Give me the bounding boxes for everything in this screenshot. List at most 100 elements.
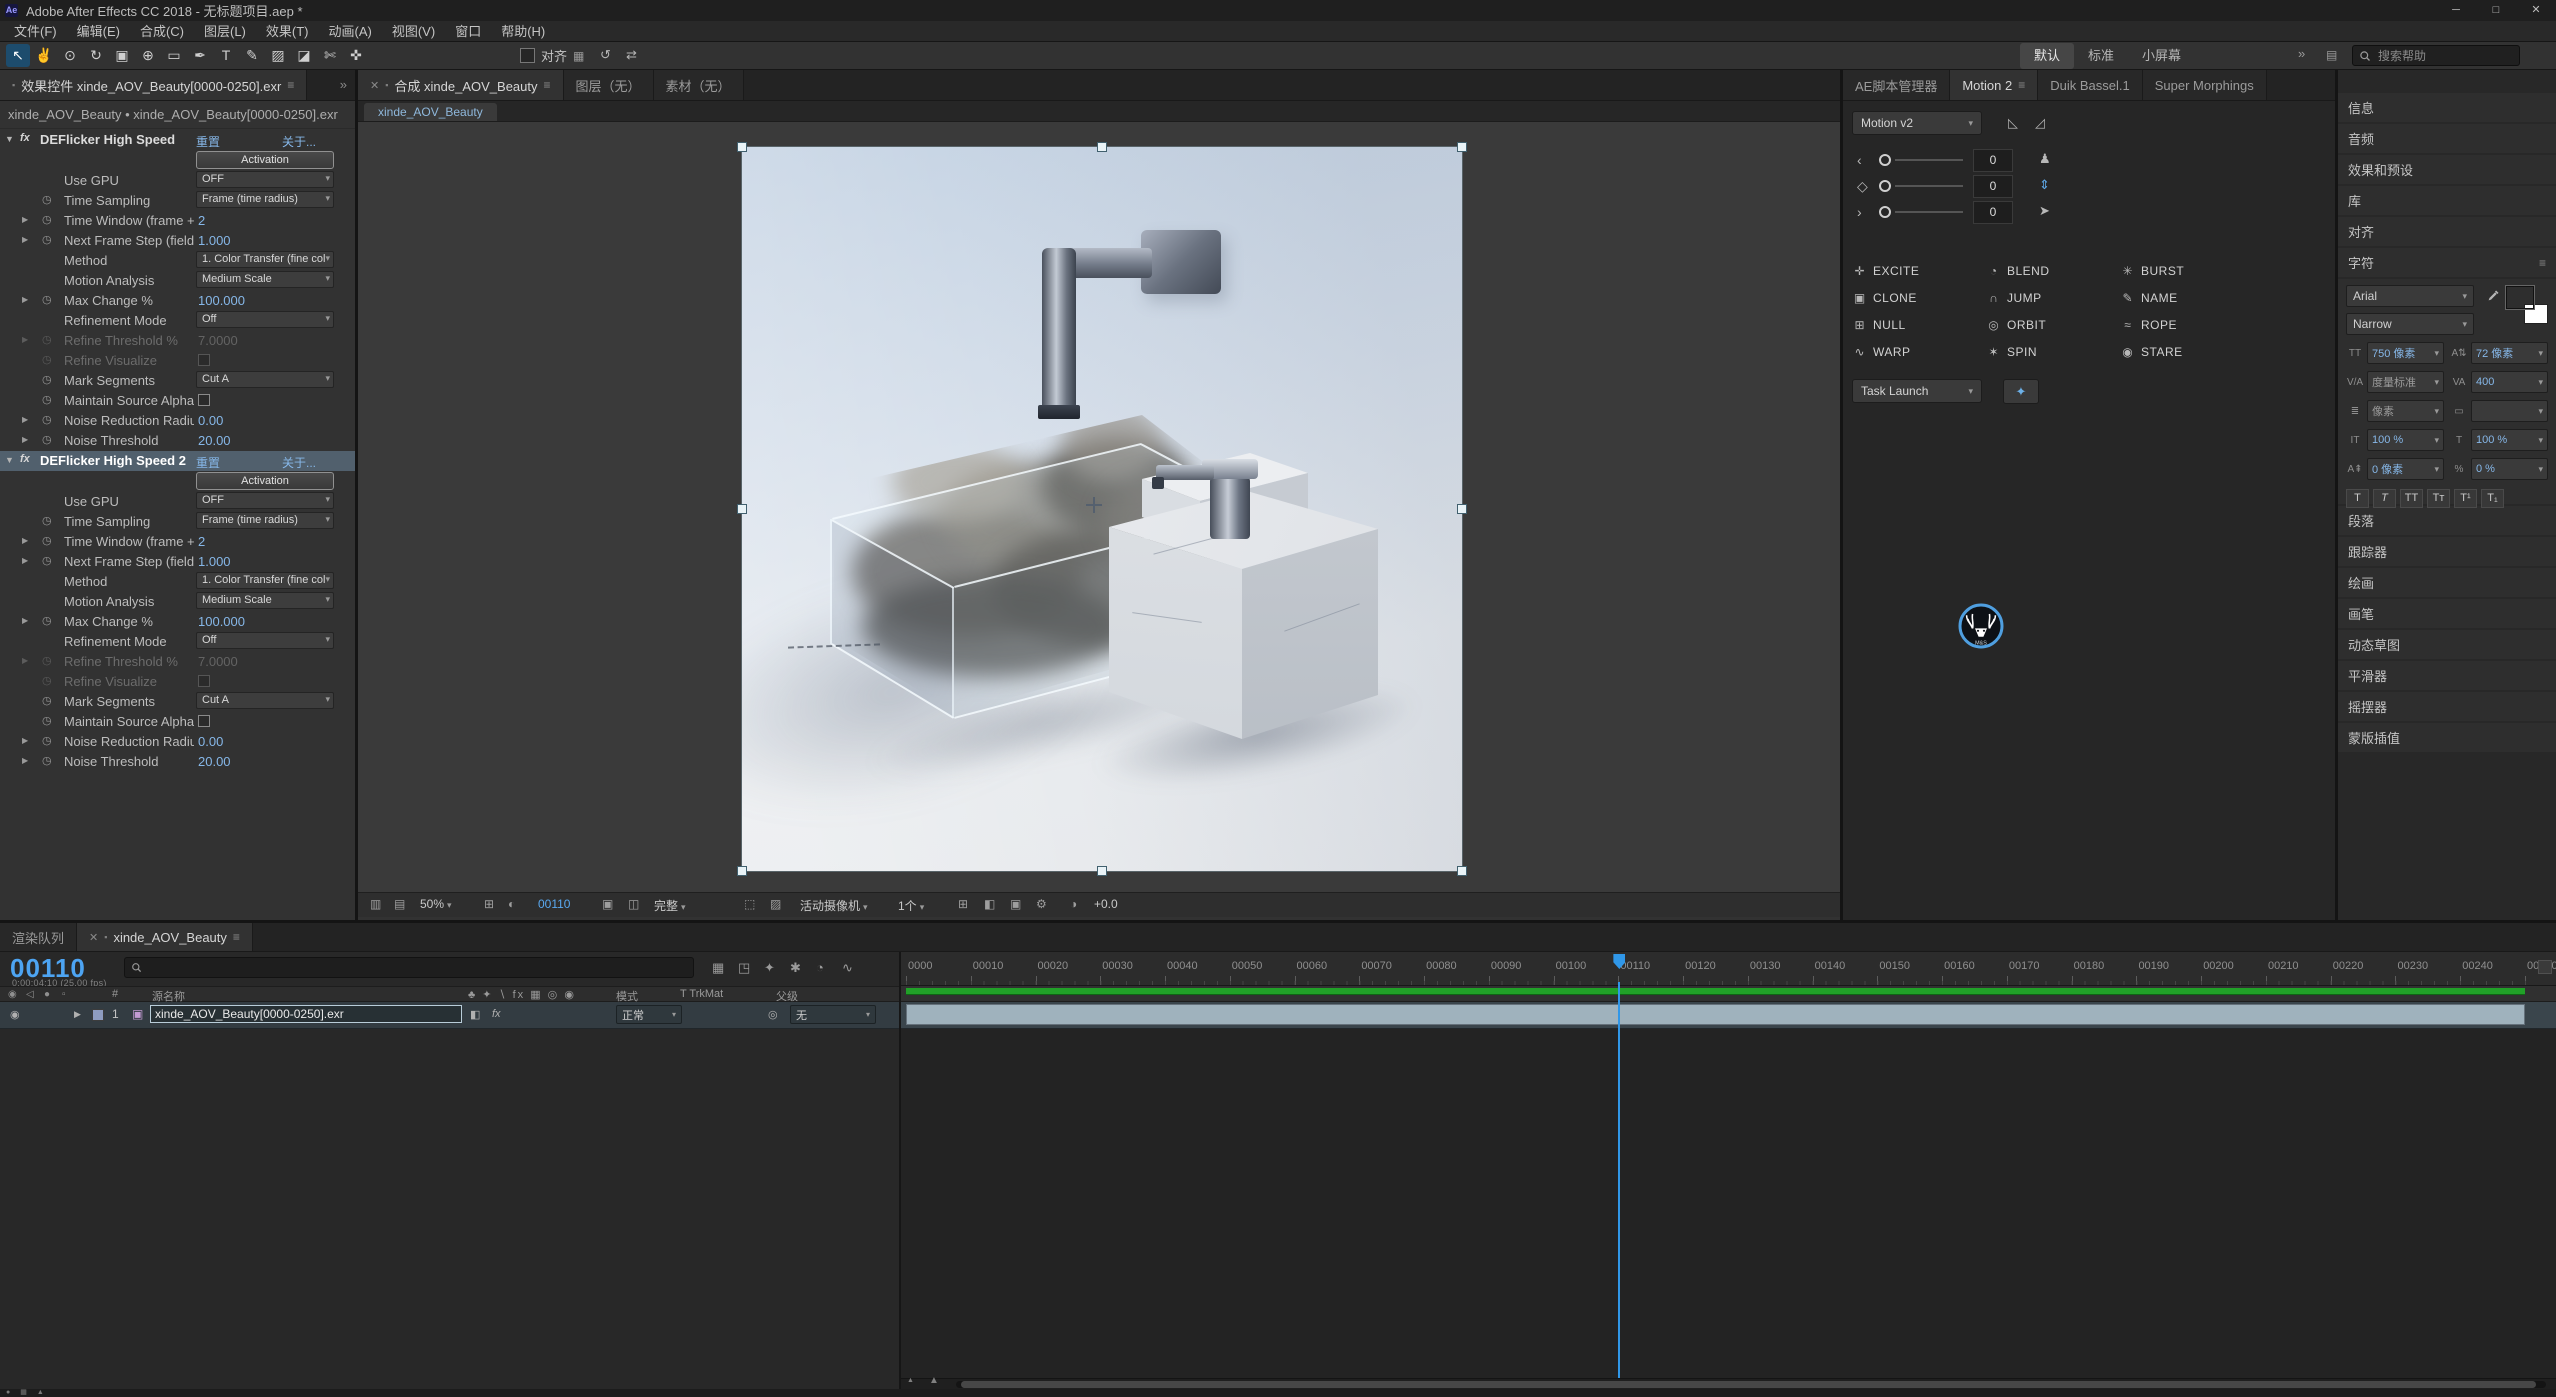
slider-track[interactable] bbox=[1895, 185, 1963, 187]
stopwatch-icon[interactable]: ◷ bbox=[42, 554, 52, 567]
property-value[interactable]: 100.000 bbox=[198, 293, 245, 308]
twirl-right-icon[interactable]: ▶ bbox=[22, 295, 28, 304]
fx-switch-icon[interactable]: fx bbox=[492, 1008, 501, 1020]
stopwatch-icon[interactable]: ◷ bbox=[42, 694, 52, 707]
motion-tool-blend[interactable]: ◔ BLEND bbox=[1987, 264, 2111, 278]
leading-dropdown[interactable]: 72 像素 ▾ bbox=[2471, 342, 2548, 364]
twirl-right-icon[interactable]: ▶ bbox=[22, 656, 28, 665]
selection-tool-icon[interactable]: ↖ bbox=[6, 44, 30, 67]
panel-tab-库[interactable]: 库 bbox=[2338, 186, 2556, 215]
property-checkbox[interactable] bbox=[198, 394, 210, 406]
clone-stamp-tool-icon[interactable]: ▨ bbox=[266, 44, 290, 67]
composition-viewport-image[interactable] bbox=[737, 142, 1467, 876]
frame-blending-icon[interactable]: ✱ bbox=[790, 960, 801, 976]
roto-brush-tool-icon[interactable]: ✄ bbox=[318, 44, 342, 67]
ease-in-icon[interactable]: ‹ bbox=[1857, 152, 1862, 168]
twirl-right-icon[interactable]: ▶ bbox=[22, 235, 28, 244]
parent-dropdown[interactable]: 无 ▾ bbox=[790, 1005, 876, 1024]
selection-handle[interactable] bbox=[737, 866, 747, 876]
motion-tool-null[interactable]: ⊞ NULL bbox=[1853, 318, 1977, 332]
local-axis-mode-icon[interactable]: ↺ bbox=[600, 47, 611, 63]
transparency-grid-icon[interactable]: ▨ bbox=[770, 897, 781, 911]
primary-viewer-icon[interactable]: ▤ bbox=[394, 897, 405, 911]
layer-row[interactable]: ◉ ▶ 1 ▣ xinde_AOV_Beauty[0000-0250].exr … bbox=[0, 1002, 899, 1029]
twirl-right-icon[interactable]: ▶ bbox=[22, 415, 28, 424]
reset-link[interactable]: 重置 bbox=[196, 133, 220, 150]
blend-mode-dropdown[interactable]: 正常 ▾ bbox=[616, 1005, 682, 1024]
twirl-down-icon[interactable]: ▼ bbox=[5, 455, 14, 465]
faux-style-button-6[interactable]: T₁ bbox=[2481, 489, 2504, 508]
tsume-dropdown[interactable]: 0 % ▾ bbox=[2471, 458, 2548, 480]
mask-visibility-icon[interactable]: ◐ bbox=[508, 897, 515, 911]
font-size-dropdown[interactable]: 750 像素 ▾ bbox=[2367, 342, 2444, 364]
about-link[interactable]: 关于... bbox=[282, 133, 316, 150]
safe-zones-icon[interactable]: ⊞ bbox=[484, 897, 494, 911]
motion-tool-stare[interactable]: ◉ STARE bbox=[2121, 345, 2245, 359]
stopwatch-icon[interactable]: ◷ bbox=[42, 373, 52, 386]
rotation-tool-icon[interactable]: ↻ bbox=[84, 44, 108, 67]
always-preview-icon[interactable]: ▥ bbox=[370, 897, 381, 911]
twirl-right-icon[interactable]: ▶ bbox=[74, 1009, 81, 1020]
timeline-tab[interactable]: 渲染队列 bbox=[0, 923, 78, 951]
workspace-tab[interactable]: 小屏幕 bbox=[2128, 43, 2195, 69]
snapshot-icon[interactable]: ▣ bbox=[602, 897, 613, 911]
composition-viewer[interactable] bbox=[358, 122, 1840, 894]
font-family-dropdown[interactable]: Arial ▾ bbox=[2346, 285, 2474, 307]
selection-handle[interactable] bbox=[1457, 504, 1467, 514]
twirl-right-icon[interactable]: ▶ bbox=[22, 215, 28, 224]
motion-tool-excite[interactable]: ✛ EXCITE bbox=[1853, 264, 1977, 278]
fast-previews-icon[interactable]: ◧ bbox=[984, 897, 995, 911]
type-tool-icon[interactable]: T bbox=[214, 44, 238, 67]
twirl-right-icon[interactable]: ▶ bbox=[22, 435, 28, 444]
stopwatch-icon[interactable]: ◷ bbox=[42, 734, 52, 747]
property-dropdown[interactable]: Off ▾ bbox=[196, 311, 334, 328]
status-bar-icon[interactable]: ▦ bbox=[20, 1389, 27, 1397]
region-of-interest-icon[interactable]: ⬚ bbox=[744, 897, 755, 911]
viewer-timecode[interactable]: 00110 bbox=[538, 897, 570, 911]
zoom-out-mountain-icon[interactable]: ▲ bbox=[907, 1377, 914, 1384]
snap-checkbox[interactable] bbox=[520, 48, 535, 63]
stopwatch-icon[interactable]: ◷ bbox=[42, 754, 52, 767]
help-search-input[interactable] bbox=[2376, 47, 2500, 64]
snap-control[interactable]: 对齐 ▦ bbox=[520, 46, 584, 65]
time-ruler[interactable]: 0000 00010 00020 00030 00040 00050 00060 00070 0… bbox=[901, 952, 2556, 986]
trkmat-column-header[interactable]: T TrkMat bbox=[680, 988, 723, 1000]
comp-marker-bin-icon[interactable] bbox=[2538, 960, 2552, 974]
property-value[interactable]: 0.00 bbox=[198, 413, 223, 428]
panel-tab-画笔[interactable]: 画笔 bbox=[2338, 599, 2556, 628]
workspace-menu-icon[interactable]: ▤ bbox=[2326, 48, 2337, 62]
slider-value-input[interactable]: 0 bbox=[1973, 201, 2013, 224]
stroke-unit-dropdown[interactable]: 像素 ▾ bbox=[2367, 400, 2444, 422]
property-value[interactable]: 1.000 bbox=[198, 233, 231, 248]
property-value[interactable]: 100.000 bbox=[198, 614, 245, 629]
panel-tab-段落[interactable]: 段落 bbox=[2338, 506, 2556, 535]
stopwatch-icon[interactable]: ◷ bbox=[42, 654, 52, 667]
stopwatch-icon[interactable]: ◷ bbox=[42, 353, 52, 366]
minimize-button[interactable]: ─ bbox=[2436, 0, 2476, 21]
panel-tab-平滑器[interactable]: 平滑器 bbox=[2338, 661, 2556, 690]
view-axis-mode-icon[interactable]: ⇄ bbox=[626, 47, 637, 63]
motion-tool-burst[interactable]: ✳ BURST bbox=[2121, 264, 2245, 278]
workspace-tab[interactable]: 默认 bbox=[2020, 43, 2075, 69]
status-bar-icon[interactable]: ● bbox=[6, 1389, 10, 1397]
active-camera-dropdown[interactable]: 活动摄像机 ▾ bbox=[800, 897, 868, 914]
panel-tab-绘画[interactable]: 绘画 bbox=[2338, 568, 2556, 597]
motion-tool-clone[interactable]: ▣ CLONE bbox=[1853, 291, 1977, 305]
stroke-style-dropdown[interactable]: ▾ bbox=[2471, 400, 2548, 422]
panel-menu-icon[interactable]: ≡ bbox=[2539, 256, 2546, 270]
property-dropdown[interactable]: Medium Scale ▾ bbox=[196, 592, 334, 609]
scripts-tab[interactable]: Motion 2 ≡ bbox=[1950, 70, 2039, 100]
panel-tab-character[interactable]: 字符 ≡ bbox=[2338, 248, 2556, 277]
menu-item-7[interactable]: 视图(V) bbox=[382, 21, 445, 42]
twirl-right-icon[interactable]: ▶ bbox=[22, 335, 28, 344]
zoom-tool-icon[interactable]: ⊙ bbox=[58, 44, 82, 67]
selection-handle[interactable] bbox=[1097, 142, 1107, 152]
panel-menu-icon[interactable]: ≡ bbox=[2018, 78, 2025, 92]
timeline-scrollbar-thumb[interactable] bbox=[961, 1381, 2536, 1388]
ease-both-icon[interactable]: ◇ bbox=[1857, 178, 1868, 195]
property-dropdown[interactable]: 1. Color Transfer (fine col ▾ bbox=[196, 251, 334, 268]
layer-duration-bar[interactable] bbox=[906, 1004, 2525, 1025]
workspace-tab[interactable]: 标准 bbox=[2074, 43, 2128, 69]
close-icon[interactable]: ✕ bbox=[89, 931, 98, 944]
twirl-right-icon[interactable]: ▶ bbox=[22, 736, 28, 745]
